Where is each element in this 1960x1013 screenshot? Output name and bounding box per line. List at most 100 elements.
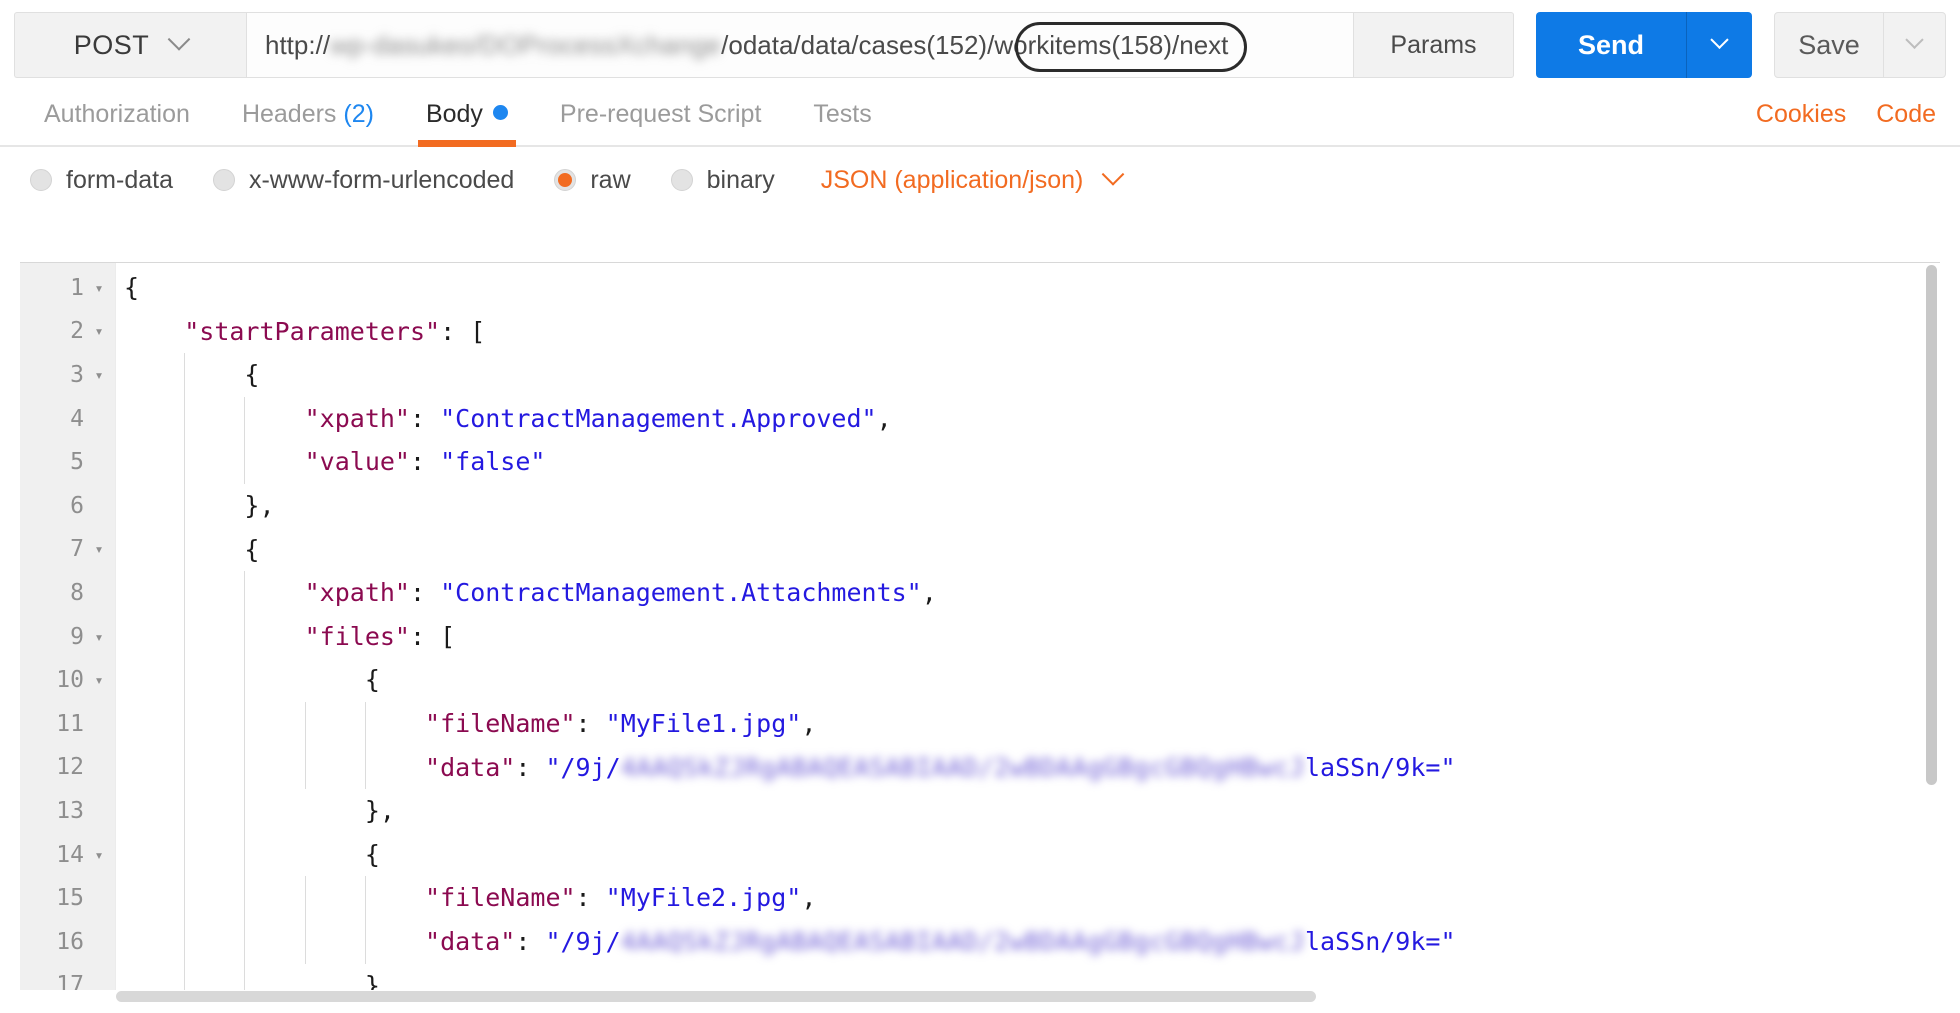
fold-toggle-icon[interactable]: ▾ <box>91 366 107 384</box>
tab-headers[interactable]: Headers (2) <box>216 100 400 145</box>
token-key: "files" <box>304 621 410 651</box>
line-number-gutter: 1▾2▾3▾4▾5▾6▾7▾8▾9▾10▾11▾12▾13▾14▾15▾16▾1… <box>20 263 116 1003</box>
params-button[interactable]: Params <box>1354 12 1514 78</box>
radio-button[interactable] <box>670 169 693 191</box>
token-str: "false" <box>440 447 546 477</box>
token-punct: , <box>876 403 892 433</box>
line-number-value: 7 <box>70 536 84 563</box>
params-label: Params <box>1390 30 1477 59</box>
code-line[interactable]: }, <box>116 484 1940 528</box>
tab-pre-request-script[interactable]: Pre-request Script <box>534 100 787 145</box>
line-number: 13▾ <box>20 789 115 833</box>
link-cookies[interactable]: Cookies <box>1756 100 1846 129</box>
send-button[interactable]: Send <box>1536 12 1686 78</box>
code-line[interactable]: "xpath": "ContractManagement.Attachments… <box>116 571 1940 615</box>
body-mode-form-data[interactable]: form-data <box>30 166 173 195</box>
tab-body[interactable]: Body <box>400 100 534 147</box>
code-line[interactable]: "startParameters": [ <box>116 310 1940 354</box>
fold-toggle-icon[interactable]: ▾ <box>91 671 107 689</box>
horizontal-scrollbar[interactable] <box>20 990 1924 1003</box>
code-line-text: { <box>124 266 139 310</box>
tab-label: Headers <box>241 100 337 128</box>
code-line[interactable]: { <box>116 833 1940 877</box>
line-number-value: 14 <box>56 841 84 868</box>
code-line-text: }, <box>124 789 395 833</box>
code-line-text: "xpath": "ContractManagement.Attachments… <box>124 571 937 615</box>
send-options-button[interactable] <box>1686 12 1752 78</box>
tab-label: Authorization <box>44 100 190 128</box>
code-line[interactable]: }, <box>116 789 1940 833</box>
code-line[interactable]: { <box>116 266 1940 310</box>
token-str: laSSn/9k=" <box>1304 752 1456 782</box>
url-text: http://wp-dasukeo/DOProcessXchange/odata… <box>265 30 1228 61</box>
line-number: 12▾ <box>20 746 115 790</box>
code-line[interactable]: "data": "/9j/4AAQSkZJRgABAQEASABIAAD/2wB… <box>116 920 1940 964</box>
request-tabs: Authorization Headers (2) Body Pre-request … <box>0 90 1960 147</box>
code-line[interactable]: "fileName": "MyFile2.jpg", <box>116 876 1940 920</box>
horizontal-scrollbar-thumb[interactable] <box>116 991 1316 1002</box>
http-method-label: POST <box>73 29 150 60</box>
line-number: 10 ▾ <box>20 658 115 702</box>
token-str: "/9j/ <box>545 752 621 782</box>
vertical-scrollbar-thumb[interactable] <box>1926 265 1937 785</box>
line-number-value: 11 <box>56 710 84 737</box>
token-blur: 4AAQSkZJRgABAQEASABIAAD/2wBDAAgGBgcGBQgH… <box>620 752 1305 782</box>
fold-toggle-icon[interactable]: ▾ <box>91 540 107 558</box>
body-modified-dot-icon <box>492 105 508 120</box>
fold-toggle-icon[interactable]: ▾ <box>91 322 107 340</box>
fold-toggle-icon[interactable]: ▾ <box>91 279 107 297</box>
code-content[interactable]: { "startParameters": [ { "xpath": "Contr… <box>116 263 1940 1003</box>
tab-tests[interactable]: Tests <box>787 100 897 145</box>
send-label: Send <box>1577 29 1644 60</box>
body-mode-label: x-www-form-urlencoded <box>248 165 515 194</box>
code-line-text: "data": "/9j/4AAQSkZJRgABAQEASABIAAD/2wB… <box>124 746 1456 790</box>
token-str: "MyFile2.jpg" <box>605 883 802 913</box>
code-line[interactable]: "value": "false" <box>116 440 1940 484</box>
code-line[interactable]: { <box>116 353 1940 397</box>
code-line[interactable]: "data": "/9j/4AAQSkZJRgABAQEASABIAAD/2wB… <box>116 746 1940 790</box>
code-line[interactable]: "files": [ <box>116 615 1940 659</box>
code-line[interactable]: { <box>116 658 1940 702</box>
body-mode-binary[interactable]: binary <box>670 166 775 195</box>
http-method-selector[interactable]: POST <box>14 12 246 78</box>
tab-label: Body <box>425 100 483 128</box>
postman-request-builder: POST http://wp-dasukeo/DOProcessXchange /… <box>0 0 1960 1013</box>
url-prefix: http:// <box>265 29 331 60</box>
code-line-text: { <box>124 833 380 877</box>
token-str: "ContractManagement.Attachments" <box>440 578 922 608</box>
json-body-editor[interactable]: 1▾2▾3▾4▾5▾6▾7▾8▾9▾10▾11▾12▾13▾14▾15▾16▾1… <box>20 262 1940 1003</box>
link-code[interactable]: Code <box>1876 100 1936 129</box>
body-mode-raw[interactable]: raw <box>554 166 631 195</box>
radio-button[interactable] <box>30 169 52 191</box>
content-type-selector[interactable]: JSON (application/json) <box>821 163 1125 195</box>
line-number-value: 16 <box>56 928 84 955</box>
token-str: "MyFile1.jpg" <box>605 708 802 738</box>
body-mode-x-www-form-urlencoded[interactable]: x-www-form-urlencoded <box>212 165 515 195</box>
code-line[interactable]: "fileName": "MyFile1.jpg", <box>116 702 1940 746</box>
token-str: "/9j/ <box>545 926 621 956</box>
code-line[interactable]: { <box>116 528 1940 572</box>
line-number: 3 ▾ <box>20 353 115 397</box>
save-button[interactable]: Save <box>1775 13 1883 77</box>
radio-button[interactable] <box>212 169 235 191</box>
tab-authorization[interactable]: Authorization <box>18 100 216 145</box>
token-punct: { <box>364 839 380 869</box>
line-number: 1 ▾ <box>20 266 115 310</box>
line-number: 15▾ <box>20 876 115 920</box>
body-mode-label: form-data <box>66 165 173 194</box>
vertical-scrollbar[interactable] <box>1925 265 1938 983</box>
line-number-value: 2 <box>70 318 84 345</box>
chevron-down-icon <box>1102 163 1125 186</box>
url-input[interactable]: http://wp-dasukeo/DOProcessXchange/odata… <box>246 12 1354 78</box>
chevron-down-icon <box>167 28 191 51</box>
line-number-value: 8 <box>70 579 84 606</box>
line-number: 5▾ <box>20 440 115 484</box>
fold-toggle-icon[interactable]: ▾ <box>91 628 107 646</box>
token-punct: { <box>124 273 140 302</box>
radio-button[interactable] <box>554 169 577 191</box>
code-line[interactable]: "xpath": "ContractManagement.Approved", <box>116 397 1940 441</box>
token-key: "data" <box>425 926 516 956</box>
save-options-button[interactable] <box>1883 13 1945 77</box>
fold-toggle-icon[interactable]: ▾ <box>91 846 107 864</box>
